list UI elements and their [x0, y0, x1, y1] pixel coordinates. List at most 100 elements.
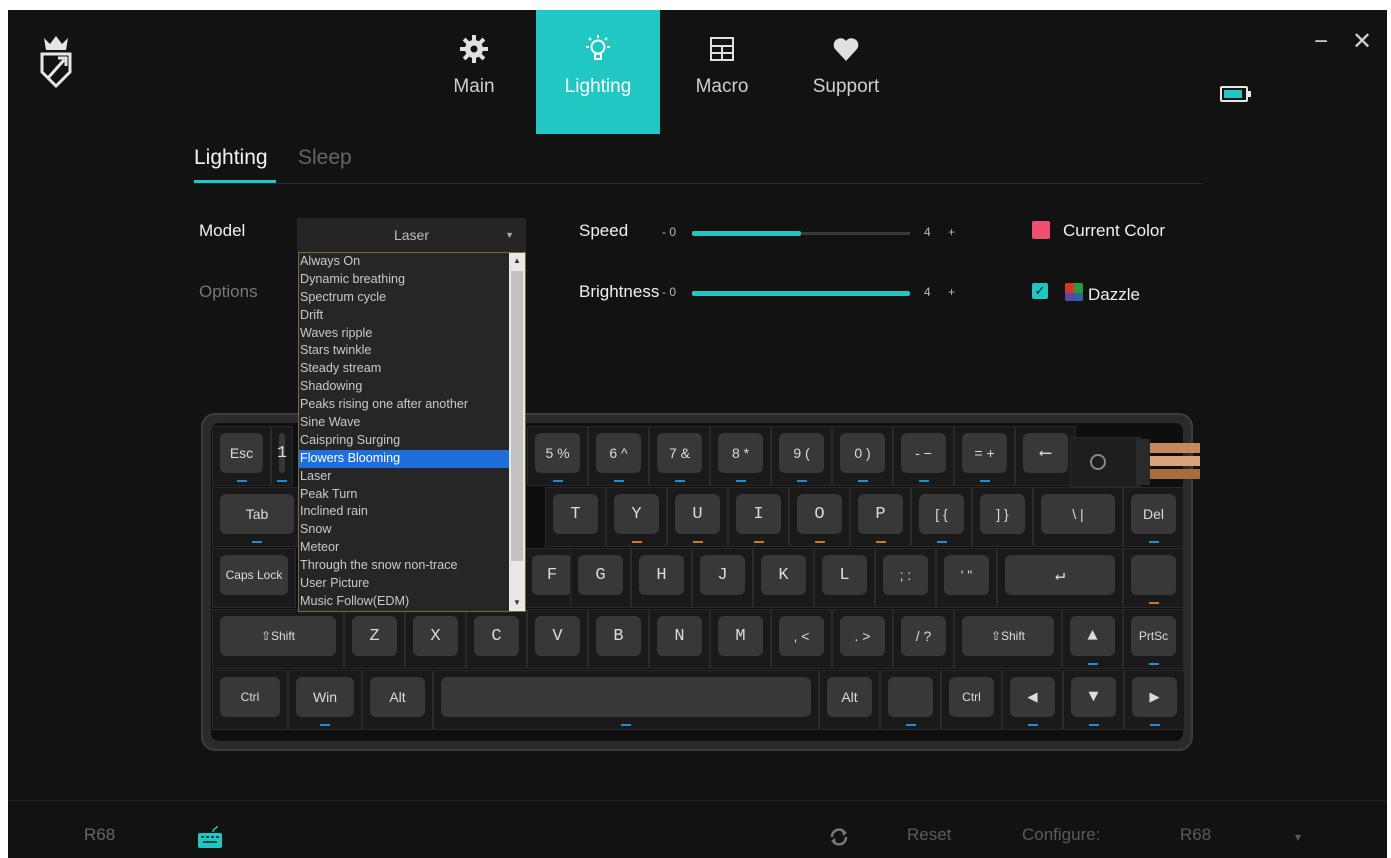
brightness-track[interactable] — [692, 291, 910, 296]
dropdown-scrollbar[interactable]: ▲ ▼ — [509, 253, 525, 611]
keyboard-key[interactable]: Z — [344, 609, 405, 669]
speed-increase[interactable]: + — [948, 225, 955, 239]
tab-support[interactable]: Support — [784, 10, 908, 134]
keyboard-key[interactable]: N — [649, 609, 710, 669]
keyboard-key[interactable]: [ { — [911, 487, 972, 547]
model-dropdown-list[interactable]: Always On Dynamic breathing Spectrum cycle… — [298, 252, 526, 612]
keyboard-key[interactable]: ▲ — [1062, 609, 1123, 669]
keyboard-key[interactable]: B — [588, 609, 649, 669]
keyboard-key[interactable]: ⇧Shift — [954, 609, 1062, 669]
keyboard-key[interactable]: Alt — [362, 670, 433, 730]
configure-chevron-down-icon[interactable]: ▾ — [1295, 830, 1301, 844]
keyboard-key[interactable]: K — [753, 548, 814, 608]
dazzle-checkbox[interactable]: ✓ — [1032, 283, 1048, 299]
keyboard-key[interactable]: Alt — [819, 670, 880, 730]
brightness-slider[interactable]: - 0 4 + — [656, 284, 966, 304]
keyboard-key[interactable]: ▼ — [1063, 670, 1124, 730]
keyboard-key[interactable]: ⟵ — [1015, 426, 1076, 486]
dropdown-option[interactable]: Laser — [299, 468, 509, 486]
keyboard-key[interactable]: J — [692, 548, 753, 608]
keyboard-key[interactable]: ↵ — [997, 548, 1123, 608]
dropdown-option[interactable]: Waves ripple — [299, 325, 509, 343]
keyboard-key[interactable]: PrtSc — [1123, 609, 1184, 669]
dropdown-option[interactable]: Peaks rising one after another — [299, 396, 509, 414]
keyboard-key[interactable]: H — [631, 548, 692, 608]
keyboard-key[interactable]: . > — [832, 609, 893, 669]
keyboard-key[interactable]: L — [814, 548, 875, 608]
keyboard-key[interactable]: ; : — [875, 548, 936, 608]
dropdown-option[interactable]: Music Follow(EDM) — [299, 593, 509, 611]
keyboard-key[interactable]: 0 ) — [832, 426, 893, 486]
dropdown-option[interactable]: Drift — [299, 307, 509, 325]
keyboard-key[interactable]: I — [728, 487, 789, 547]
keyboard-key[interactable]: Caps Lock — [212, 548, 296, 608]
dropdown-option[interactable]: Snow — [299, 521, 509, 539]
keyboard-key[interactable]: ▶ — [1124, 670, 1185, 730]
keyboard-key[interactable]: 7 & — [649, 426, 710, 486]
keyboard-key[interactable]: \ | — [1033, 487, 1123, 547]
keyboard-key[interactable]: / ? — [893, 609, 954, 669]
speed-decrease[interactable]: - 0 — [662, 225, 676, 239]
keyboard-key[interactable]: C — [466, 609, 527, 669]
keyboard-key[interactable]: Esc — [212, 426, 271, 486]
keyboard-key[interactable] — [880, 670, 941, 730]
keyboard-key[interactable]: V — [527, 609, 588, 669]
knob-icon[interactable] — [1070, 437, 1200, 487]
keyboard-key[interactable] — [433, 670, 819, 730]
keyboard-key[interactable]: Del — [1123, 487, 1184, 547]
keyboard-key[interactable]: P — [850, 487, 911, 547]
keyboard-device-icon[interactable] — [197, 825, 223, 849]
keyboard-key[interactable]: ] } — [972, 487, 1033, 547]
keyboard-key[interactable]: Ctrl — [941, 670, 1002, 730]
keyboard-key[interactable]: = + — [954, 426, 1015, 486]
keyboard-key[interactable]: X — [405, 609, 466, 669]
keyboard-key[interactable]: U — [667, 487, 728, 547]
keyboard-key[interactable]: 9 ( — [771, 426, 832, 486]
keyboard-key[interactable]: ◀ — [1002, 670, 1063, 730]
minimize-button[interactable]: − — [1314, 30, 1328, 54]
keyboard-key[interactable]: ' " — [936, 548, 997, 608]
subtab-sleep[interactable]: Sleep — [298, 146, 352, 170]
dropdown-option[interactable]: Spectrum cycle — [299, 289, 509, 307]
keyboard-key[interactable]: 8 * — [710, 426, 771, 486]
keyboard-key[interactable]: 6 ^ — [588, 426, 649, 486]
speed-track[interactable] — [692, 231, 910, 236]
dropdown-option[interactable]: Peak Turn — [299, 486, 509, 504]
keyboard-key[interactable]: ⇧Shift — [212, 609, 344, 669]
keyboard-key[interactable]: Ctrl — [212, 670, 288, 730]
keyboard-key[interactable] — [1123, 548, 1184, 608]
dropdown-option[interactable]: Steady stream — [299, 360, 509, 378]
keyboard-key[interactable]: G — [570, 548, 631, 608]
reset-button[interactable]: Reset — [907, 825, 951, 845]
dropdown-option[interactable]: Through the snow non-trace — [299, 557, 509, 575]
dropdown-option[interactable]: Inclined rain — [299, 503, 509, 521]
keyboard-key[interactable]: Win — [288, 670, 362, 730]
dropdown-option[interactable]: Meteor — [299, 539, 509, 557]
dropdown-option[interactable]: User Picture — [299, 575, 509, 593]
model-select[interactable]: Laser ▼ — [297, 218, 526, 252]
keyboard-key[interactable]: O — [789, 487, 850, 547]
dropdown-option[interactable]: Sine Wave — [299, 414, 509, 432]
keyboard-key[interactable]: 1 — [271, 426, 293, 486]
dropdown-option[interactable]: Flowers Blooming — [299, 449, 509, 468]
scroll-up-icon[interactable]: ▲ — [509, 253, 525, 269]
dropdown-option[interactable]: Always On — [299, 253, 509, 271]
scroll-down-icon[interactable]: ▼ — [509, 595, 525, 611]
keyboard-key[interactable]: Tab — [212, 487, 302, 547]
tab-macro[interactable]: Macro — [660, 10, 784, 134]
subtab-lighting[interactable]: Lighting — [194, 146, 268, 170]
dropdown-option[interactable]: Dynamic breathing — [299, 271, 509, 289]
dropdown-option[interactable]: Stars twinkle — [299, 342, 509, 360]
scroll-thumb[interactable] — [511, 271, 523, 561]
current-color-swatch[interactable] — [1032, 221, 1050, 239]
keyboard-key[interactable]: T — [545, 487, 606, 547]
brightness-decrease[interactable]: - 0 — [662, 285, 676, 299]
keyboard-key[interactable]: - − — [893, 426, 954, 486]
dropdown-option[interactable]: Shadowing — [299, 378, 509, 396]
speed-slider[interactable]: - 0 4 + — [656, 224, 966, 244]
keyboard-key[interactable]: 5 % — [527, 426, 588, 486]
refresh-icon[interactable] — [828, 827, 850, 847]
keyboard-key[interactable]: M — [710, 609, 771, 669]
brightness-increase[interactable]: + — [948, 285, 955, 299]
close-button[interactable]: ✕ — [1352, 30, 1372, 54]
